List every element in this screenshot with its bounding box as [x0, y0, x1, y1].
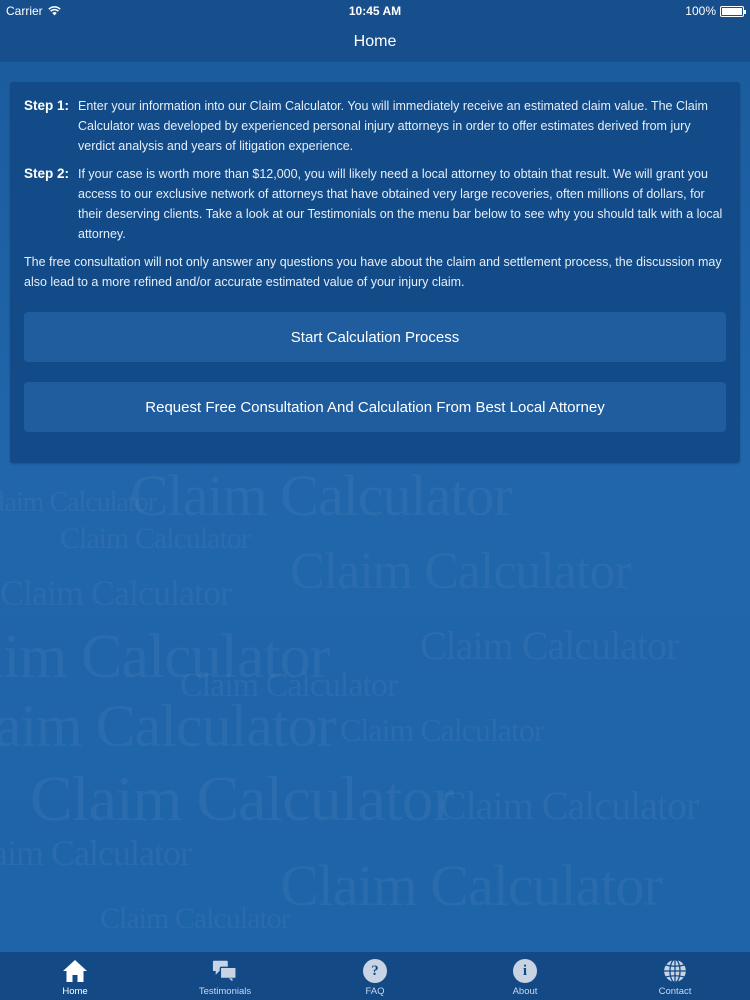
page-title: Home: [353, 33, 397, 50]
step-2: Step 2: If your case is worth more than …: [24, 164, 726, 244]
tab-home[interactable]: Home: [0, 952, 150, 1000]
status-bar: Carrier 10:45 AM 100%: [0, 0, 750, 22]
watermark-text: Claim Calculator: [420, 623, 679, 668]
step-1: Step 1: Enter your information into our …: [24, 96, 726, 156]
watermark-text: Claim Calculator: [100, 902, 291, 935]
request-consultation-button[interactable]: Request Free Consultation And Calculatio…: [24, 382, 726, 432]
tab-testimonials[interactable]: Testimonials: [150, 952, 300, 1000]
tab-faq-label: FAQ: [365, 986, 385, 997]
tab-faq[interactable]: ? FAQ: [300, 952, 450, 1000]
step-1-text: Enter your information into our Claim Ca…: [78, 99, 708, 153]
status-time: 10:45 AM: [348, 4, 402, 18]
tab-bar: Home Testimonials ? FAQ i About Contact: [0, 952, 750, 1000]
start-calculation-button[interactable]: Start Calculation Process: [24, 312, 726, 362]
battery-indicator: 100%: [685, 4, 746, 18]
tab-about[interactable]: i About: [450, 952, 600, 1000]
info-icon: i: [512, 958, 538, 984]
step-2-label: Step 2:: [24, 166, 70, 181]
step-2-text: If your case is worth more than $12,000,…: [78, 167, 723, 241]
info-card: Step 1: Enter your information into our …: [10, 82, 740, 463]
chat-bubbles-icon: [212, 958, 238, 984]
globe-icon: [662, 958, 688, 984]
home-icon: [62, 958, 88, 984]
battery-icon: [720, 5, 746, 17]
watermark-text: Claim Calculator: [0, 833, 192, 873]
watermark-text: Claim Calculator: [130, 463, 513, 528]
watermark-text: Claim Calculator: [440, 783, 699, 828]
tab-contact-label: Contact: [658, 986, 692, 997]
watermark-text: Claim Calculator: [0, 487, 157, 518]
tab-home-label: Home: [62, 986, 88, 997]
tab-testimonials-label: Testimonials: [198, 986, 252, 997]
consultation-paragraph: The free consultation will not only answ…: [24, 255, 722, 289]
watermark-text: Claim Calculator: [0, 693, 337, 759]
tab-about-label: About: [512, 986, 538, 997]
tab-contact[interactable]: Contact: [600, 952, 750, 1000]
watermark-text: Claim Calculator: [290, 543, 632, 600]
navigation-bar: Home: [0, 22, 750, 62]
watermark-text: Claim Calculator: [0, 573, 232, 613]
watermark-text: Claim Calculator: [280, 853, 663, 918]
battery-percent: 100%: [685, 4, 716, 18]
question-icon: ?: [362, 958, 388, 984]
watermark-text: Claim Calculator: [340, 712, 544, 748]
watermark-text: Claim Calculator: [60, 522, 251, 555]
step-1-label: Step 1:: [24, 98, 70, 113]
watermark-text: Claim Calculator: [30, 763, 454, 834]
